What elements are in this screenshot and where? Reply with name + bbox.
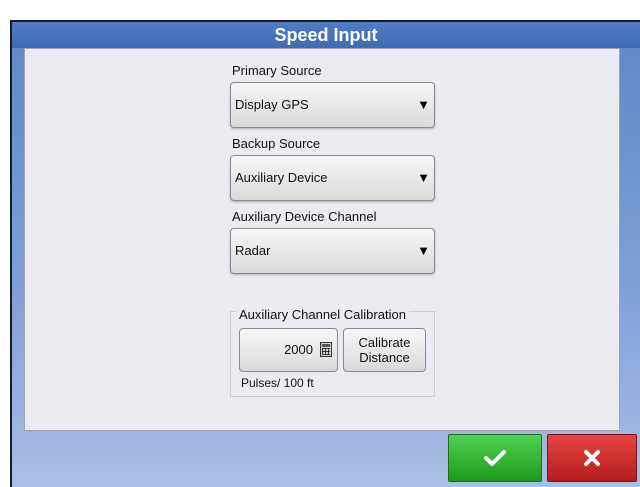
checkmark-icon xyxy=(484,450,506,466)
aux-channel-label: Auxiliary Device Channel xyxy=(232,209,377,224)
backup-source-label: Backup Source xyxy=(232,136,321,151)
calibration-value: 2000 xyxy=(284,342,313,357)
calibration-value-button[interactable]: 2000 xyxy=(239,328,338,372)
dropdown-arrow-icon: ▼ xyxy=(417,97,430,112)
calibration-group: Auxiliary Channel Calibration 2000 Calib… xyxy=(230,307,435,397)
x-icon xyxy=(584,450,600,466)
calculator-icon xyxy=(320,342,332,357)
primary-source-value: Display GPS xyxy=(235,97,309,112)
calibrate-distance-button[interactable]: Calibrate Distance xyxy=(343,328,426,372)
speed-input-dialog: Speed Input Primary Source Display GPS ▼… xyxy=(10,20,640,487)
aux-channel-value: Radar xyxy=(235,243,271,258)
calibration-unit: Pulses/ 100 ft xyxy=(241,376,314,390)
primary-source-dropdown[interactable]: Display GPS ▼ xyxy=(230,82,435,128)
calibrate-distance-label: Calibrate Distance xyxy=(358,335,411,365)
backup-source-dropdown[interactable]: Auxiliary Device ▼ xyxy=(230,155,435,201)
calibration-title: Auxiliary Channel Calibration xyxy=(236,307,409,322)
dialog-title: Speed Input xyxy=(12,22,640,48)
ok-button[interactable] xyxy=(448,434,542,482)
dropdown-arrow-icon: ▼ xyxy=(417,170,430,185)
aux-channel-dropdown[interactable]: Radar ▼ xyxy=(230,228,435,274)
content-panel: Primary Source Display GPS ▼ Backup Sour… xyxy=(24,48,620,431)
primary-source-label: Primary Source xyxy=(232,63,322,78)
cancel-button[interactable] xyxy=(547,434,637,482)
dropdown-arrow-icon: ▼ xyxy=(417,243,430,258)
backup-source-value: Auxiliary Device xyxy=(235,170,328,185)
